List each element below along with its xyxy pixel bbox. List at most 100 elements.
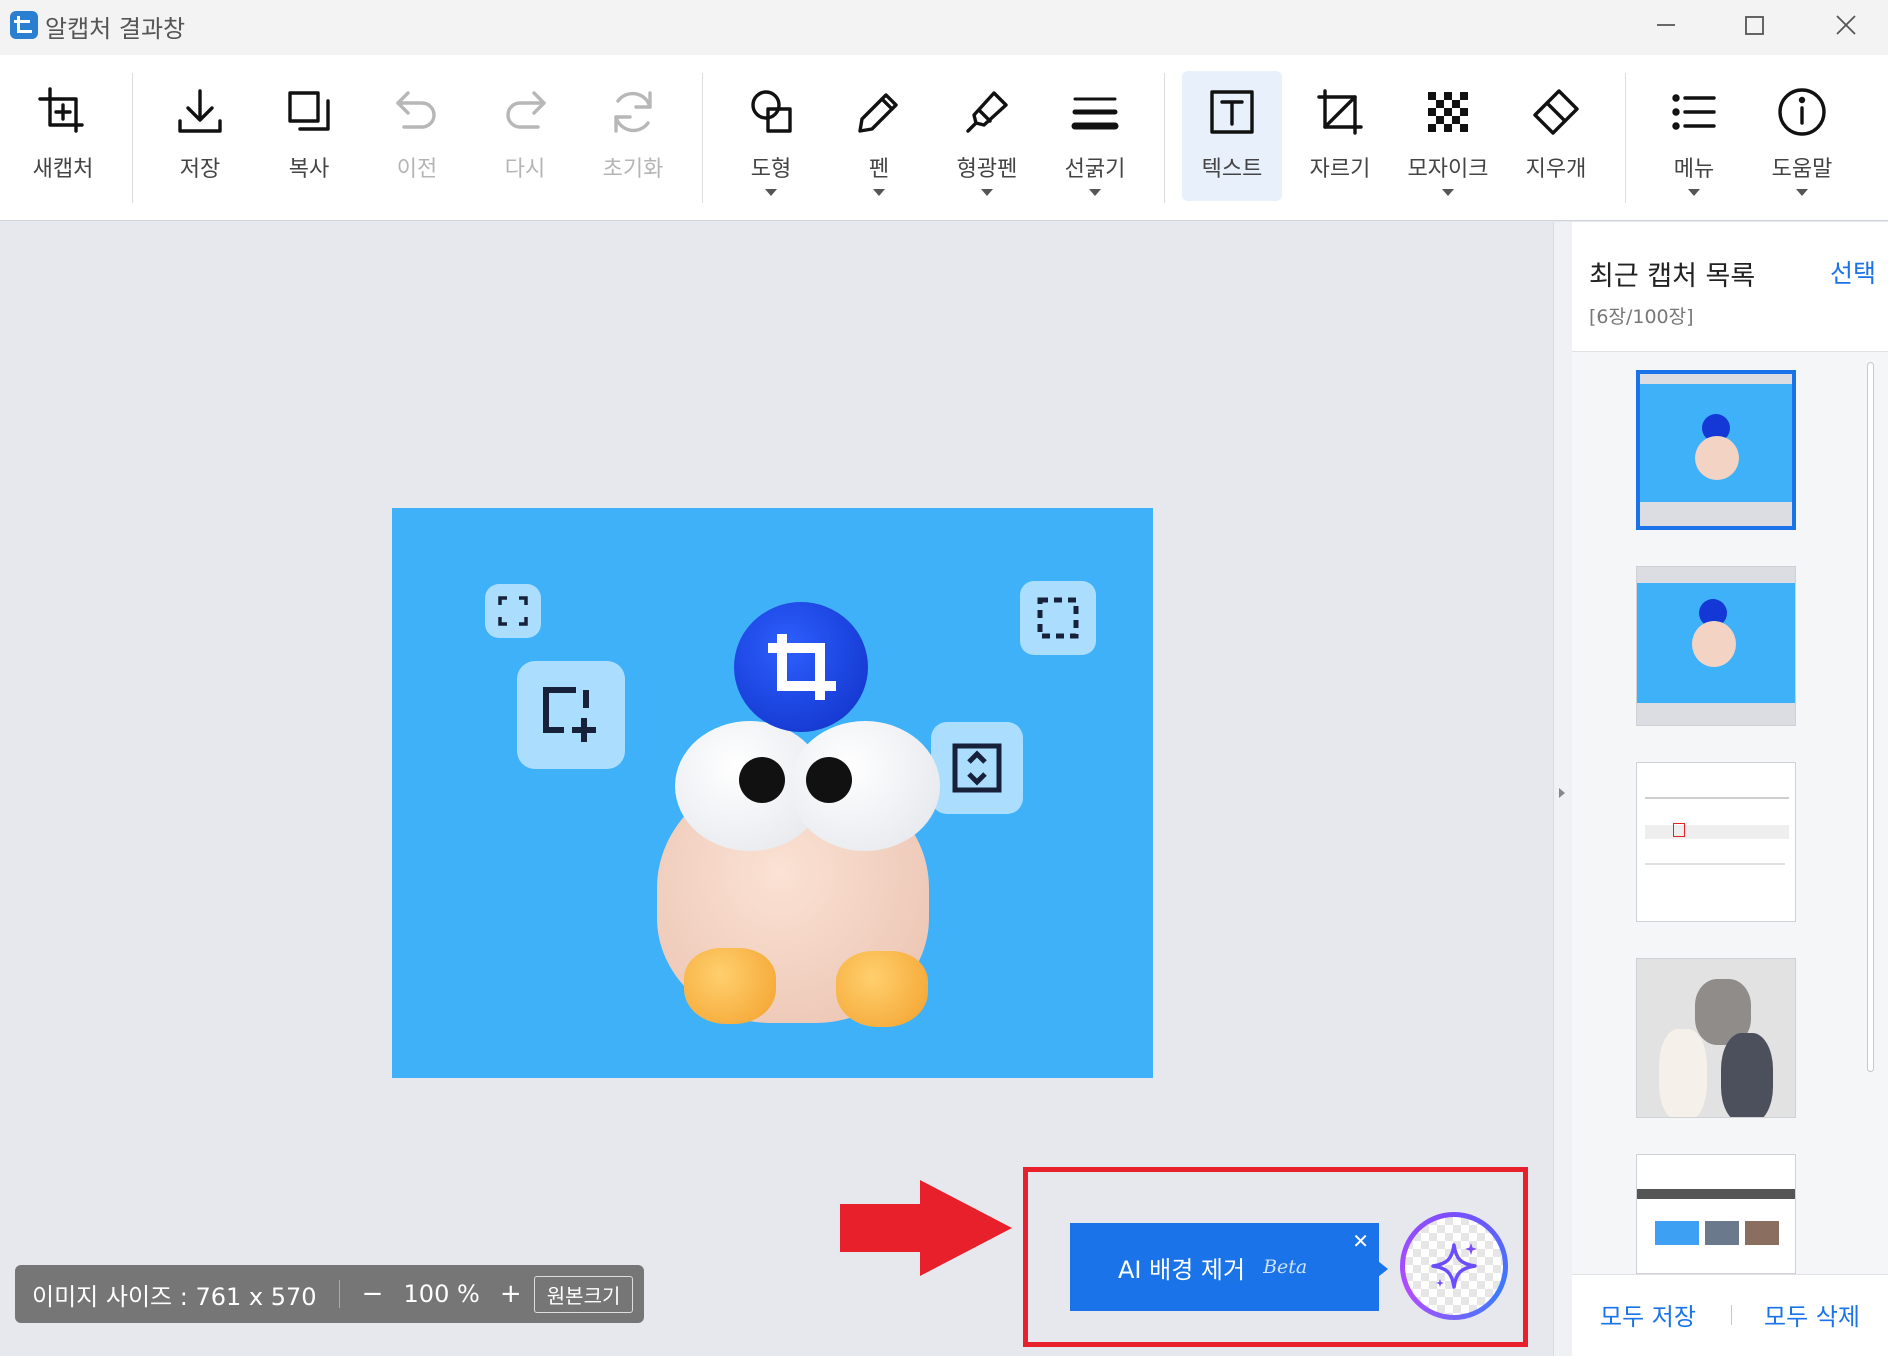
text-button[interactable]: 텍스트: [1182, 71, 1282, 201]
line-width-icon: [1071, 97, 1119, 130]
close-button[interactable]: [1800, 0, 1888, 50]
thumb-dog: [1721, 1033, 1773, 1117]
maximize-icon: [1745, 16, 1764, 35]
pen-icon: [858, 93, 898, 133]
panel-scrollbar[interactable]: [1867, 362, 1874, 1072]
tool-label: 새캡처: [32, 157, 94, 182]
dropdown-caret-icon: [765, 189, 777, 196]
dropdown-caret-icon: [981, 189, 993, 196]
menu-button[interactable]: 메뉴: [1644, 71, 1744, 201]
thumb-line: [1645, 797, 1789, 799]
sparkle-icon: [1431, 1243, 1477, 1289]
capture-count: [6장/100장]: [1589, 306, 1694, 328]
tool-label: 이전: [396, 157, 438, 182]
line-width-button[interactable]: 선굵기: [1045, 71, 1145, 201]
tool-label: 펜: [868, 157, 890, 182]
list-menu-icon: [1672, 94, 1716, 130]
redo-icon: [506, 91, 546, 129]
capture-thumbnail[interactable]: [1636, 958, 1796, 1118]
recent-captures-panel: 최근 캡처 목록 선택 [6장/100장] 모두 저장 모두 삭제: [1572, 222, 1888, 1356]
tooltip-tail: [1378, 1261, 1388, 1277]
region-capture-tile: [1020, 581, 1096, 655]
tool-label: 지우개: [1525, 157, 1587, 182]
image-status-bar: 이미지 사이즈 : 761 x 570 − 100 % + 원본크기: [15, 1265, 644, 1323]
beta-badge: Beta: [1263, 1256, 1308, 1278]
thumb-dog: [1659, 1029, 1707, 1117]
capture-thumbnail[interactable]: [1636, 566, 1796, 726]
eraser-button[interactable]: 지우개: [1506, 71, 1606, 201]
title-bar: 알캡처 결과창: [0, 0, 1888, 55]
window-title: 알캡처 결과창: [45, 15, 186, 43]
dropdown-caret-icon: [1796, 189, 1808, 196]
redo-button[interactable]: 다시: [475, 71, 575, 201]
minimize-button[interactable]: [1620, 0, 1712, 50]
mosaic-button[interactable]: 모자이크: [1398, 71, 1498, 201]
crop-helmet: [734, 602, 868, 732]
pupil: [806, 757, 852, 803]
toolbar-separator: [702, 73, 703, 203]
dropdown-caret-icon: [1442, 189, 1454, 196]
shape-icon: [751, 90, 792, 133]
fullscreen-icon: [498, 596, 528, 626]
thumb-block: [1655, 1221, 1699, 1245]
status-divider: [338, 1280, 340, 1308]
crop-icon: [1317, 89, 1363, 135]
undo-button[interactable]: 이전: [367, 71, 467, 201]
reset-button[interactable]: 초기화: [583, 71, 683, 201]
save-button[interactable]: 저장: [150, 71, 250, 201]
dashed-rect-icon: [1037, 597, 1079, 639]
collapse-arrow-icon[interactable]: [1559, 788, 1565, 798]
character-right-foot: [836, 951, 928, 1027]
character-right-eye: [790, 721, 940, 851]
thumb-character: [1692, 621, 1736, 667]
capture-thumbnail[interactable]: [1636, 762, 1796, 922]
footer-divider: [1731, 1305, 1732, 1325]
capture-thumbnail[interactable]: [1636, 370, 1796, 530]
thumb-block: [1745, 1221, 1779, 1245]
captured-image[interactable]: [392, 508, 1153, 1078]
tool-label: 자르기: [1309, 157, 1371, 182]
ai-magic-button[interactable]: [1400, 1212, 1508, 1320]
thumbnail-image: [1640, 384, 1792, 502]
save-all-button[interactable]: 모두 저장: [1600, 1297, 1696, 1332]
undo-icon: [396, 91, 436, 129]
toolbar-separator: [1625, 73, 1626, 203]
copy-button[interactable]: 복사: [259, 71, 359, 201]
highlighter-icon: [966, 91, 1008, 133]
select-button[interactable]: 선택: [1830, 254, 1876, 290]
image-size-label: 이미지 사이즈 : 761 x 570: [32, 1282, 317, 1311]
tool-label: 모자이크: [1407, 157, 1489, 182]
add-box-icon: [543, 687, 596, 742]
help-button[interactable]: 도움말: [1752, 71, 1852, 201]
shape-button[interactable]: 도형: [721, 71, 821, 201]
scroll-capture-tile: [931, 722, 1023, 814]
pupil: [739, 757, 785, 803]
delete-all-button[interactable]: 모두 삭제: [1764, 1297, 1860, 1332]
download-icon: [178, 89, 222, 133]
capture-thumbnail[interactable]: [1636, 1154, 1796, 1274]
thumb-character: [1695, 436, 1739, 480]
ai-background-remove-button[interactable]: AI 배경 제거 Beta ✕: [1070, 1223, 1379, 1311]
zoom-in-button[interactable]: +: [498, 1279, 524, 1309]
add-capture-tile: [517, 661, 625, 769]
crop-button[interactable]: 자르기: [1290, 71, 1390, 201]
crop-icon: [768, 634, 836, 700]
red-arrow-icon: [840, 1180, 1012, 1276]
pen-button[interactable]: 펜: [829, 71, 929, 201]
panel-footer: 모두 저장 모두 삭제: [1572, 1274, 1888, 1356]
tool-label: 텍스트: [1201, 157, 1263, 182]
panel-splitter[interactable]: [1553, 222, 1572, 1356]
new-capture-button[interactable]: 새캡처: [13, 71, 113, 201]
tool-label: 복사: [288, 157, 330, 182]
zoom-out-button[interactable]: −: [360, 1279, 386, 1309]
close-icon: [1836, 15, 1856, 35]
close-tooltip-button[interactable]: ✕: [1352, 1229, 1369, 1253]
panel-title: 최근 캡처 목록: [1589, 261, 1756, 292]
highlighter-button[interactable]: 형광펜: [937, 71, 1037, 201]
maximize-button[interactable]: [1708, 0, 1800, 50]
ai-magic-inner: [1405, 1217, 1503, 1315]
zoom-level: 100 %: [403, 1280, 480, 1308]
dropdown-caret-icon: [873, 189, 885, 196]
thumb-line: [1645, 863, 1785, 865]
original-size-button[interactable]: 원본크기: [533, 1275, 634, 1313]
